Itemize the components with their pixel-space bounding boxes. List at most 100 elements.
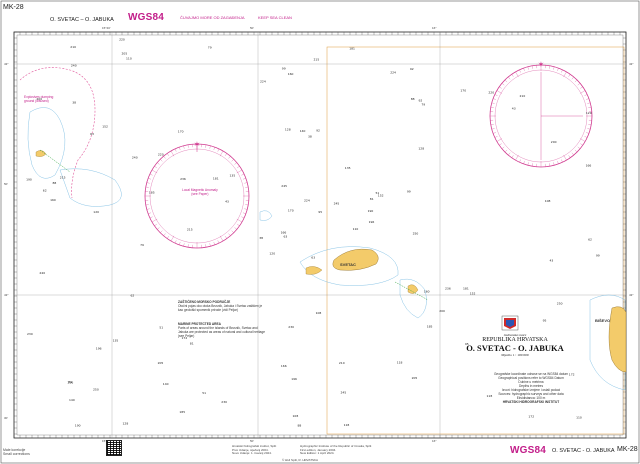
- depth-sounding: 38: [259, 236, 263, 240]
- rose-tick: [587, 102, 591, 104]
- rose-tick: [234, 162, 237, 165]
- cartouche-notes: Geografske koordinate odnose se na WGS84…: [492, 372, 570, 404]
- island-label-bisevo: BIŠEVO: [595, 318, 611, 323]
- rose-tick: [209, 243, 211, 247]
- depth-sounding: 205: [412, 376, 418, 380]
- depth-sounding: 160: [424, 289, 430, 293]
- rose-tick: [231, 159, 234, 162]
- publisher-hr: Hrvatski hidrografski institut, Split Pr…: [232, 444, 276, 456]
- depth-sounding: 210: [339, 361, 345, 365]
- rose-tick: [568, 74, 571, 77]
- depth-sounding: 190: [368, 209, 374, 213]
- cartouche-publisher: HRVATSKI HIDROGRAFSKI INSTITUT: [502, 400, 560, 404]
- rose-tick: [167, 236, 170, 239]
- island-brusnik: [407, 284, 419, 294]
- depth-sounding: 128: [285, 128, 291, 132]
- depth-sounding: 140: [69, 398, 75, 402]
- rose-tick: [209, 145, 211, 149]
- rose-tick: [584, 136, 588, 138]
- depth-sounding: 140: [300, 129, 306, 133]
- depth-sounding: 63: [311, 256, 315, 260]
- lon-label-5: 50': [250, 439, 254, 443]
- protected-en-body: Parts of areas around the islands of Bru…: [178, 326, 266, 338]
- depth-sounding: 120: [586, 111, 592, 115]
- depth-sounding: 172: [528, 415, 534, 419]
- rose-tick: [496, 138, 503, 142]
- qr-code: [106, 440, 122, 456]
- depth-sounding: 250: [93, 388, 99, 392]
- rose-tick: [523, 68, 525, 71]
- depth-sounding: 185: [149, 191, 155, 195]
- depth-sounding: 128: [418, 147, 424, 151]
- east-rose-needle: [540, 72, 583, 160]
- depth-sounding: 160: [50, 198, 56, 202]
- depth-sounding: 110: [353, 227, 359, 231]
- depth-sounding: 118: [344, 423, 350, 427]
- rose-tick: [519, 69, 521, 73]
- rose-tick: [586, 132, 589, 134]
- depth-sounding: 215: [314, 57, 320, 61]
- depth-sounding: 81: [190, 342, 194, 346]
- rose-tick: [515, 154, 519, 161]
- depth-sounding: 81: [370, 197, 374, 201]
- depth-sounding: 166: [281, 364, 287, 368]
- rose-tick: [579, 138, 586, 142]
- rose-tick: [234, 227, 237, 230]
- depth-sounding: 224: [390, 71, 396, 75]
- rose-tick: [553, 162, 555, 166]
- rose-tick: [553, 66, 555, 70]
- chart-scale: Mjerilo 1 : 100 000: [501, 353, 529, 357]
- datum-header: WGS84: [128, 12, 165, 23]
- rose-tick: [580, 143, 583, 146]
- depth-sounding: 166: [281, 230, 287, 234]
- depth-sounding: 185: [179, 410, 185, 414]
- depth-sounding: 245: [334, 201, 340, 205]
- rose-tick: [586, 98, 589, 100]
- rose-tick: [149, 173, 153, 176]
- depth-sounding: 62: [131, 294, 135, 298]
- rose-tick: [511, 155, 514, 158]
- depth-sounding: 99: [282, 66, 286, 70]
- rose-tick: [571, 76, 574, 80]
- rose-tick: [491, 128, 495, 130]
- depth-sounding: 63: [90, 132, 94, 136]
- rose-tick: [490, 106, 494, 108]
- depth-sounding: 185: [427, 325, 433, 329]
- depth-sounding: 190: [75, 423, 81, 427]
- depth-sounding: 230: [221, 400, 227, 404]
- depth-sounding: 152: [470, 292, 476, 296]
- rose-tick: [584, 94, 588, 96]
- rose-tick: [490, 124, 494, 126]
- lat-label-6: 43°: [629, 293, 634, 297]
- rose-tick: [145, 186, 149, 188]
- depth-sounding: 88: [298, 423, 302, 427]
- depth-sounding: 210: [70, 45, 76, 49]
- rose-tick: [557, 68, 559, 71]
- rose-tick: [561, 159, 563, 163]
- depth-sounding: 110: [126, 57, 132, 61]
- rose-tick: [151, 169, 158, 174]
- depth-sounding: 160: [288, 72, 294, 76]
- rose-tick: [149, 216, 153, 219]
- rose-tick: [160, 230, 163, 233]
- publisher-en-3: New Edition: 1 April 2024.: [300, 451, 335, 456]
- rose-tick: [494, 136, 498, 138]
- rose-tick: [179, 241, 181, 245]
- depth-sounding: 79: [421, 103, 425, 107]
- depth-sounding: 245: [341, 390, 347, 394]
- rose-tick: [549, 163, 551, 167]
- rose-tick: [187, 144, 189, 148]
- rose-tick: [496, 90, 503, 94]
- rose-tick: [157, 227, 160, 230]
- depth-sounding: 99: [407, 190, 411, 194]
- depth-sounding: 128: [123, 421, 129, 425]
- depth-sounding: 181: [213, 176, 219, 180]
- rose-tick: [163, 156, 166, 159]
- depth-sounding: 240: [132, 156, 138, 160]
- rose-tick: [237, 166, 240, 169]
- explosives-label-line-2: ground (disused): [24, 99, 49, 103]
- datum-footer: WGS84: [510, 445, 547, 456]
- title-cartouche: Jadransko more REPUBLIKA HRVATSKA O. SVE…: [460, 333, 570, 357]
- depth-sounding: 240: [39, 271, 45, 275]
- publisher-hr-3: Novo izdanje: 1. travanj 2024.: [232, 451, 272, 456]
